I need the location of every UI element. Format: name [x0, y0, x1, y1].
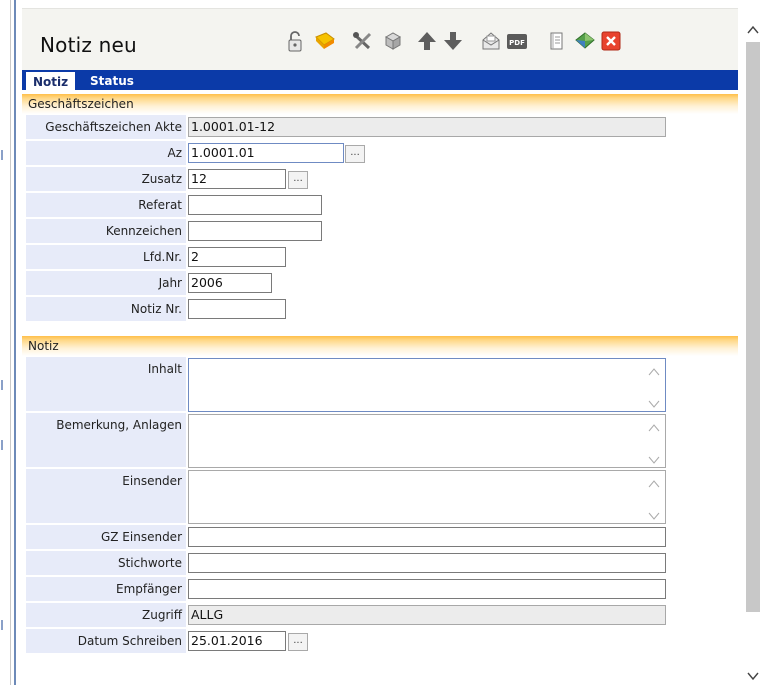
stichworte-input[interactable]: [188, 553, 666, 573]
notiznr-input[interactable]: [188, 299, 286, 319]
tab-status[interactable]: Status: [84, 72, 140, 90]
unlock-icon[interactable]: [284, 29, 306, 53]
geschaeftszeichen-akte-field: 1.0001.01-12: [188, 117, 666, 137]
scroll-up-icon: [648, 366, 660, 380]
label-datum-schreiben: Datum Schreiben: [26, 629, 186, 653]
datum-lookup-button[interactable]: ...: [288, 633, 308, 651]
scroll-down-icon: [648, 454, 660, 468]
row-referat: Referat: [22, 192, 738, 218]
label-bemerkung: Bemerkung, Anlagen: [26, 413, 186, 467]
vertical-scrollbar[interactable]: [744, 10, 760, 685]
row-gz-einsender: GZ Einsender: [22, 524, 738, 550]
row-bemerkung: Bemerkung, Anlagen: [22, 412, 738, 468]
row-empfaenger: Empfänger: [22, 576, 738, 602]
row-inhalt: Inhalt: [22, 356, 738, 412]
copy-icon[interactable]: [382, 29, 404, 53]
row-kennzeichen: Kennzeichen: [22, 218, 738, 244]
label-empfaenger: Empfänger: [26, 577, 186, 601]
label-geschaeftszeichen-akte: Geschäftszeichen Akte: [26, 115, 186, 139]
zusatz-input[interactable]: 12: [188, 169, 286, 189]
document-icon[interactable]: [546, 29, 568, 53]
label-notiznr: Notiz Nr.: [26, 297, 186, 321]
tab-notiz[interactable]: Notiz: [26, 72, 76, 90]
arrow-down-icon[interactable]: [442, 29, 464, 53]
datum-schreiben-input[interactable]: 25.01.2016: [188, 631, 286, 651]
lfdnr-input[interactable]: 2: [188, 247, 286, 267]
tools-icon[interactable]: [352, 29, 374, 53]
az-input[interactable]: 1.0001.01: [188, 143, 344, 163]
book-icon[interactable]: [574, 29, 596, 53]
scroll-up-icon: [648, 478, 660, 492]
arrow-up-icon[interactable]: [416, 29, 438, 53]
scroll-down-icon: [648, 398, 660, 412]
tab-bar: Notiz Status: [22, 70, 738, 90]
row-akte: Geschäftszeichen Akte 1.0001.01-12: [22, 114, 738, 140]
label-zusatz: Zusatz: [26, 167, 186, 191]
row-jahr: Jahr 2006: [22, 270, 738, 296]
section-notiz-header: Notiz: [22, 336, 738, 356]
label-referat: Referat: [26, 193, 186, 217]
row-einsender: Einsender: [22, 468, 738, 524]
label-kennzeichen: Kennzeichen: [26, 219, 186, 243]
gz-einsender-input[interactable]: [188, 527, 666, 547]
row-datum-schreiben: Datum Schreiben 25.01.2016 ...: [22, 628, 738, 654]
label-gz-einsender: GZ Einsender: [26, 525, 186, 549]
referat-input[interactable]: [188, 195, 322, 215]
zugriff-field: ALLG: [188, 605, 666, 625]
bemerkung-textarea[interactable]: [188, 414, 666, 468]
close-icon[interactable]: [600, 29, 622, 53]
label-zugriff: Zugriff: [26, 603, 186, 627]
svg-text:PDF: PDF: [509, 39, 525, 47]
empfaenger-input[interactable]: [188, 579, 666, 599]
kennzeichen-input[interactable]: [188, 221, 322, 241]
row-notiznr: Notiz Nr.: [22, 296, 738, 322]
row-lfdnr: Lfd.Nr. 2: [22, 244, 738, 270]
label-jahr: Jahr: [26, 271, 186, 295]
row-stichworte: Stichworte: [22, 550, 738, 576]
label-inhalt: Inhalt: [26, 357, 186, 411]
scroll-up-icon: [648, 422, 660, 436]
jahr-input[interactable]: 2006: [188, 273, 272, 293]
left-frame-border: [0, 0, 22, 685]
scrollbar-up-icon[interactable]: [746, 22, 760, 38]
label-lfdnr: Lfd.Nr.: [26, 245, 186, 269]
form-panel: Notiz neu PDF Notiz Status Geschäftszeic…: [22, 8, 738, 685]
window-title: Notiz neu: [40, 33, 137, 57]
inhalt-textarea[interactable]: [188, 358, 666, 412]
title-bar: Notiz neu PDF: [22, 8, 738, 70]
row-zusatz: Zusatz 12 ...: [22, 166, 738, 192]
section-geschaeftszeichen-header: Geschäftszeichen: [22, 94, 738, 114]
row-zugriff: Zugriff ALLG: [22, 602, 738, 628]
pdf-icon[interactable]: PDF: [506, 29, 528, 53]
mail-icon[interactable]: [480, 29, 502, 53]
einsender-textarea[interactable]: [188, 470, 666, 524]
label-einsender: Einsender: [26, 469, 186, 523]
label-az: Az: [26, 141, 186, 165]
zusatz-lookup-button[interactable]: ...: [288, 171, 308, 189]
scrollbar-down-icon[interactable]: [746, 668, 760, 684]
row-az: Az 1.0001.01 ...: [22, 140, 738, 166]
label-stichworte: Stichworte: [26, 551, 186, 575]
scroll-down-icon: [648, 510, 660, 524]
az-lookup-button[interactable]: ...: [345, 145, 365, 163]
save-icon[interactable]: [314, 29, 336, 53]
scrollbar-thumb[interactable]: [746, 42, 760, 612]
